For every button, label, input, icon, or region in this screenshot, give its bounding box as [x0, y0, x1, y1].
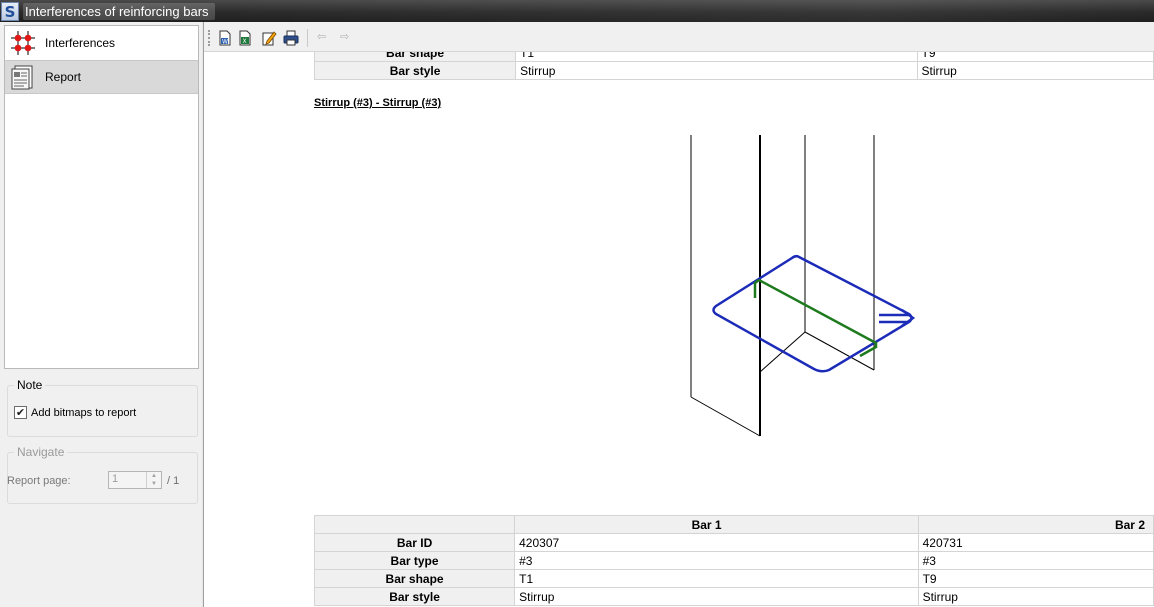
- bar1-value: #3: [514, 551, 919, 570]
- left-panel: Interferences Report Note ✔ Add bitmaps …: [0, 22, 204, 607]
- header-blank: [313, 515, 516, 534]
- spin-down-icon[interactable]: ▼: [147, 480, 161, 488]
- row-label: Bar ID: [313, 533, 516, 552]
- sidebar-item-interferences[interactable]: Interferences: [5, 26, 198, 60]
- bar1-value: Stirrup: [514, 587, 919, 606]
- row-label: Bar shape: [313, 52, 517, 62]
- edit-icon[interactable]: [261, 30, 279, 46]
- title-bar: S Interferences of reinforcing bars: [0, 0, 1154, 22]
- table-row: Bar shape T1 T9: [313, 569, 1154, 588]
- stirrup-green-hook: [753, 279, 760, 298]
- bottom-properties-table: Bar 1 Bar 2 Bar ID 420307 420731 Bar typ…: [313, 515, 1154, 606]
- table-row: Bar style Stirrup Stirrup: [313, 587, 1154, 606]
- svg-text:W: W: [222, 39, 228, 46]
- row-label: Bar shape: [313, 569, 516, 588]
- bar2-value: Stirrup: [916, 61, 1154, 80]
- report-page-total: / 1: [167, 475, 180, 487]
- spin-up-icon[interactable]: ▲: [147, 472, 161, 480]
- row-label: Bar style: [313, 587, 516, 606]
- stirrup-green: [758, 278, 878, 358]
- add-bitmaps-label: Add bitmaps to report: [31, 406, 137, 419]
- table-row: Bar ID 420307 420731: [313, 533, 1154, 552]
- note-group-title: Note: [14, 378, 46, 392]
- report-page-value: 1: [112, 473, 119, 485]
- top-properties-table: Bar shape T1 T9 Bar style Stirrup Stirru…: [313, 52, 1154, 80]
- navigate-group-title: Navigate: [14, 445, 68, 459]
- report-content[interactable]: Bar shape T1 T9 Bar style Stirrup Stirru…: [204, 52, 1154, 607]
- toolbar-separator: [307, 29, 308, 47]
- window-title: Interferences of reinforcing bars: [23, 2, 215, 20]
- section-title: Stirrup (#3) - Stirrup (#3): [314, 97, 442, 109]
- interference-drawing: [690, 135, 916, 437]
- forward-arrow-icon[interactable]: ⇨: [340, 30, 349, 43]
- bar1-value: Stirrup: [515, 61, 918, 80]
- export-word-icon[interactable]: W: [217, 30, 235, 46]
- toolbar-grip[interactable]: [208, 30, 211, 46]
- table-row: Bar shape T1 T9: [313, 52, 1154, 62]
- table-row: Bar style Stirrup Stirrup: [313, 61, 1154, 80]
- title-bar-background: [214, 0, 1154, 22]
- app-icon: S: [1, 1, 19, 21]
- header-bar1: Bar 1: [514, 515, 919, 534]
- bar1-value: T1: [515, 52, 918, 62]
- frame-lines: [690, 135, 875, 437]
- bar2-value: #3: [917, 551, 1154, 570]
- stirrup-blue: [712, 254, 913, 373]
- export-excel-icon[interactable]: X: [237, 30, 255, 46]
- note-group: Note ✔ Add bitmaps to report: [7, 378, 198, 437]
- table-header-row: Bar 1 Bar 2: [313, 515, 1154, 534]
- report-toolbar: W X ⇦ ⇨: [204, 22, 1154, 52]
- back-arrow-icon[interactable]: ⇦: [317, 30, 326, 43]
- bar2-value: 420731: [917, 533, 1154, 552]
- bar2-value: T9: [916, 52, 1154, 62]
- row-label: Bar type: [313, 551, 516, 570]
- bar2-value: T9: [917, 569, 1154, 588]
- sidebar-item-label: Report: [45, 70, 82, 84]
- add-bitmaps-checkbox[interactable]: ✔: [14, 406, 27, 419]
- sidebar-item-label: Interferences: [45, 36, 116, 50]
- bar2-value: Stirrup: [917, 587, 1154, 606]
- sidebar-item-report[interactable]: Report: [5, 60, 198, 94]
- svg-text:X: X: [243, 38, 247, 45]
- print-icon[interactable]: [283, 30, 301, 46]
- report-page-stepper[interactable]: 1 ▲ ▼: [108, 471, 162, 489]
- report-page-label: Report page:: [7, 475, 71, 487]
- table-row: Bar type #3 #3: [313, 551, 1154, 570]
- row-label: Bar style: [313, 61, 517, 80]
- report-icon: [9, 63, 37, 91]
- bar1-value: 420307: [514, 533, 919, 552]
- interferences-icon: [9, 29, 37, 57]
- add-bitmaps-checkbox-row[interactable]: ✔ Add bitmaps to report: [14, 406, 136, 419]
- nav-list: Interferences Report: [4, 25, 199, 369]
- report-page-spin-buttons[interactable]: ▲ ▼: [146, 472, 161, 488]
- bar1-value: T1: [514, 569, 919, 588]
- header-bar2: Bar 2: [917, 515, 1154, 534]
